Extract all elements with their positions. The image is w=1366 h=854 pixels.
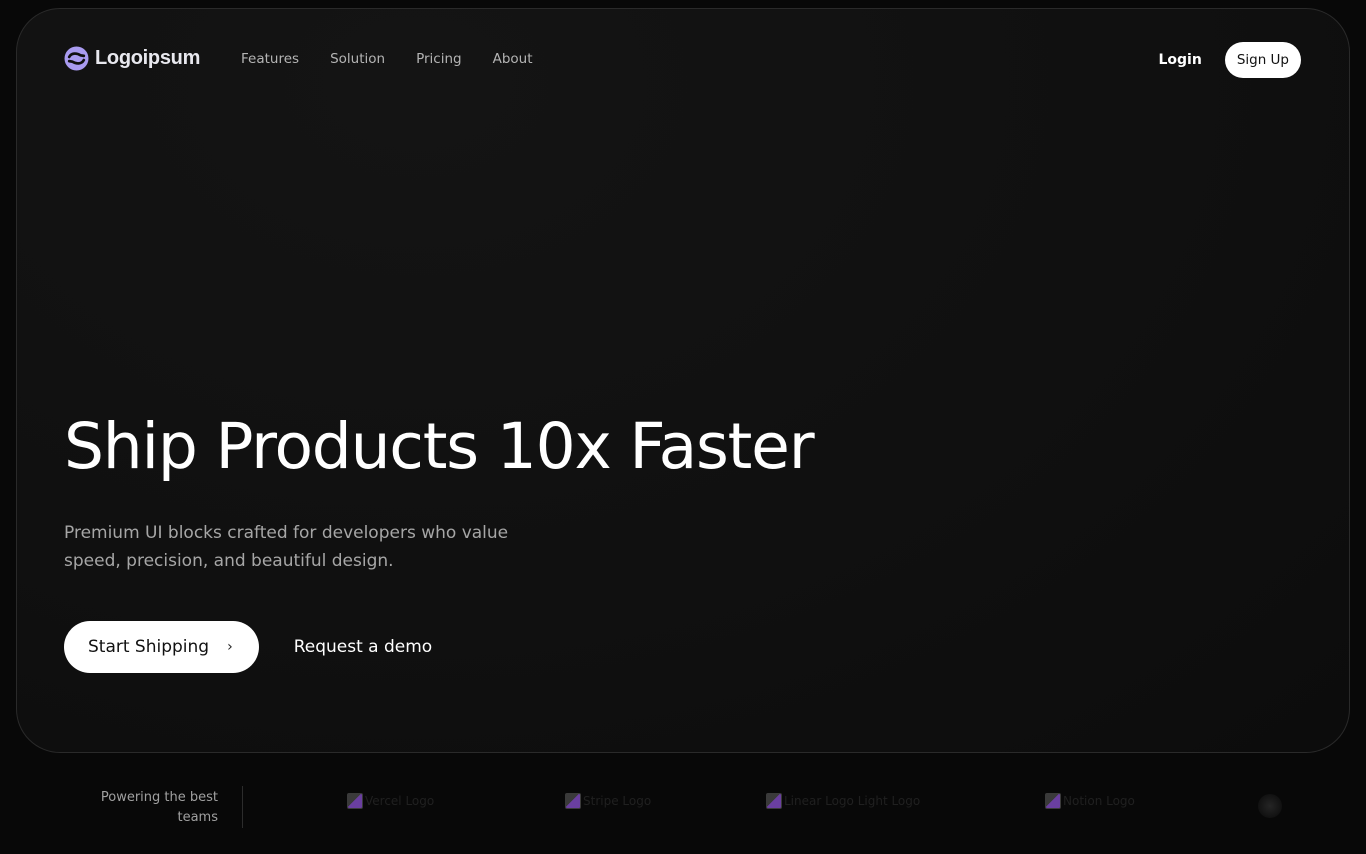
hero-card: Logoipsum Features Solution Pricing Abou… (16, 8, 1350, 753)
hero-cta-group: Start Shipping › Request a demo (64, 621, 432, 673)
request-demo-link[interactable]: Request a demo (294, 637, 433, 657)
brand-logo[interactable]: Logoipsum (64, 46, 200, 71)
hero-headline: Ship Products 10x Faster (64, 410, 815, 483)
signup-button[interactable]: Sign Up (1224, 42, 1301, 78)
chevron-right-icon: › (227, 639, 233, 655)
powering-tagline: Powering the best teams (100, 790, 218, 825)
nav-link-features[interactable]: Features (241, 51, 299, 67)
partner-logo-alt: Vercel Logo (365, 794, 435, 808)
partner-logo-linear: Linear Logo Light Logo (766, 793, 920, 809)
broken-image-icon (1045, 793, 1061, 809)
start-shipping-button[interactable]: Start Shipping › (64, 621, 259, 673)
nav-link-about[interactable]: About (493, 51, 533, 67)
start-shipping-label: Start Shipping (88, 637, 210, 657)
partner-logo-stripe: Stripe Logo (565, 793, 651, 809)
partner-logos-bar: Powering the best teams Vercel Logo Stri… (0, 786, 1366, 830)
logo-swirl-icon (64, 46, 89, 71)
top-nav: Logoipsum Features Solution Pricing Abou… (17, 42, 1349, 80)
hero-subtitle: Premium UI blocks crafted for developers… (64, 523, 509, 571)
partner-logo-notion: Notion Logo (1045, 793, 1135, 809)
nav-links: Features Solution Pricing About (241, 51, 533, 67)
partner-logo-vercel: Vercel Logo (347, 793, 434, 809)
partner-logo-placeholder (1258, 794, 1282, 818)
brand-name: Logoipsum (95, 47, 201, 69)
login-link[interactable]: Login (1158, 52, 1201, 68)
broken-image-icon (766, 793, 782, 809)
broken-image-icon (347, 793, 363, 809)
broken-image-icon (565, 793, 581, 809)
nav-link-solution[interactable]: Solution (330, 51, 385, 67)
nav-link-pricing[interactable]: Pricing (416, 51, 462, 67)
auth-actions: Login Sign Up (1158, 42, 1301, 78)
partner-logo-alt: Linear Logo Light Logo (784, 794, 921, 808)
partner-logo-alt: Notion Logo (1063, 794, 1135, 808)
partner-logo-alt: Stripe Logo (583, 794, 652, 808)
logos-divider (242, 786, 243, 828)
